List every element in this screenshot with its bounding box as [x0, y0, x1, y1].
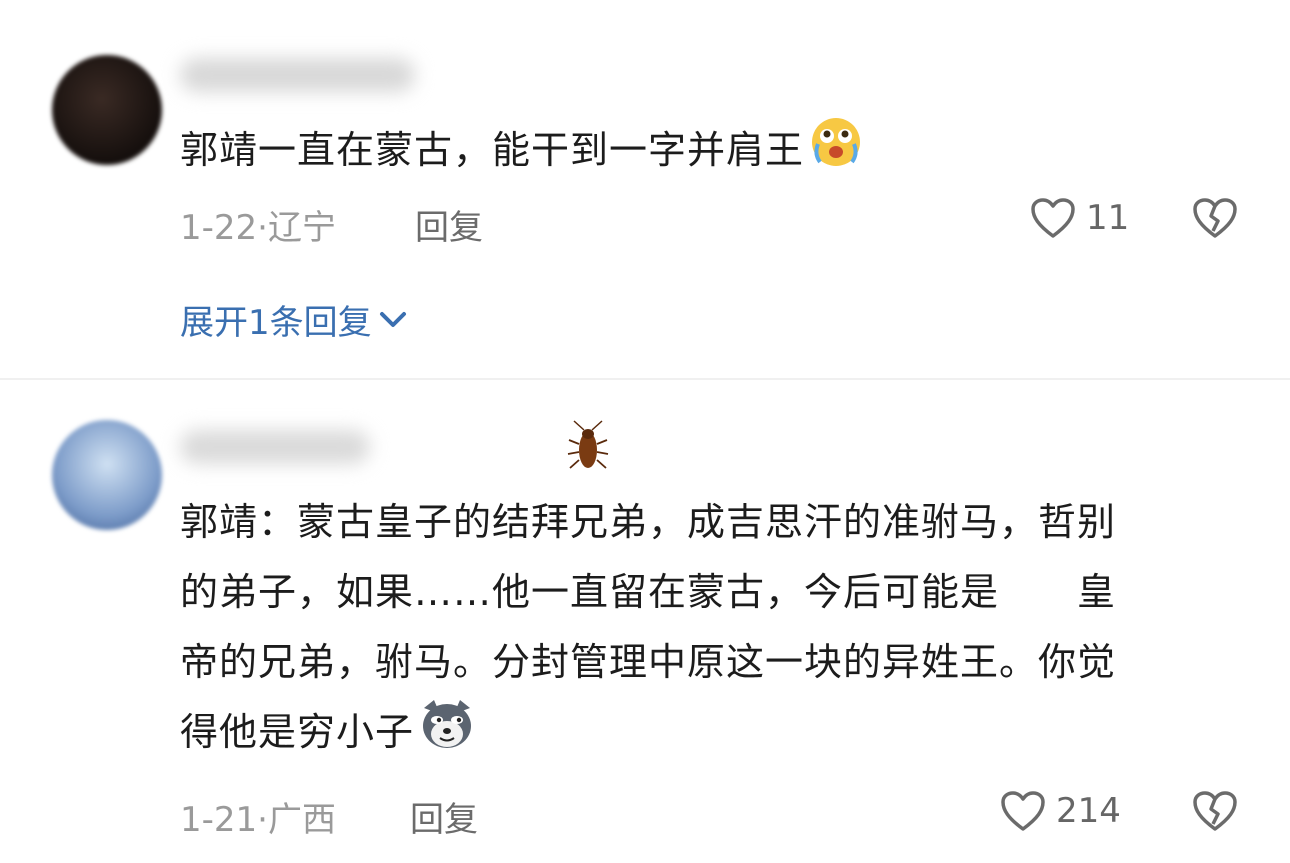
username-blurred[interactable] — [180, 58, 415, 92]
comment-location: 辽宁 — [267, 208, 336, 248]
avatar[interactable] — [52, 420, 162, 530]
comment-line: 郭靖：蒙古皇子的结拜兄弟，成吉思汗的准驸马，哲别 — [180, 500, 1117, 544]
comment-text: 郭靖一直在蒙古，能干到一字并肩王 — [180, 115, 864, 190]
reply-button[interactable]: 回复 — [410, 792, 478, 841]
comment-item: 郭靖：蒙古皇子的结拜兄弟，成吉思汗的准驸马，哲别 的弟子，如果……他一直留在蒙古… — [0, 380, 1290, 863]
comment-line-last: 得他是穷小子 — [180, 697, 1116, 772]
comment-line: 得他是穷小子 — [180, 710, 415, 754]
broken-heart-icon — [1193, 791, 1237, 831]
doge-emoji — [418, 698, 476, 772]
cockroach-sticker — [566, 420, 610, 480]
comment-text: 郭靖：蒙古皇子的结拜兄弟，成吉思汗的准驸马，哲别 的弟子，如果……他一直留在蒙古… — [180, 487, 1116, 772]
comment-meta: 1-21·广西 — [180, 792, 336, 841]
comment-meta: 1-22·辽宁 — [180, 200, 336, 249]
comment-line: 帝的兄弟，驸马。分封管理中原这一块的异姓王。你觉 — [180, 640, 1117, 684]
comment-date: 1-22 — [180, 208, 258, 248]
crying-laughing-emoji — [808, 116, 864, 190]
expand-replies-link[interactable]: 展开1条回复 — [180, 295, 408, 344]
expand-replies-label: 展开1条回复 — [180, 303, 372, 343]
like-count: 214 — [1056, 791, 1121, 831]
meta-separator: · — [257, 208, 268, 248]
avatar[interactable] — [52, 55, 162, 165]
comment-item: 郭靖一直在蒙古，能干到一字并肩王 1-22·辽宁 回复 11 展开1条回复 — [0, 0, 1290, 380]
broken-heart-icon — [1193, 198, 1237, 238]
heart-outline-icon — [1001, 791, 1045, 831]
chevron-down-icon — [379, 311, 406, 327]
comment-line: 的弟子，如果……他一直留在蒙古，今后可能是 皇 — [180, 570, 1117, 614]
dislike-button[interactable] — [1192, 197, 1238, 243]
like-count: 11 — [1086, 198, 1130, 238]
like-button[interactable]: 214 — [1000, 790, 1121, 832]
heart-outline-icon — [1031, 198, 1075, 238]
meta-separator: · — [257, 800, 268, 840]
comment-location: 广西 — [267, 800, 336, 840]
like-button[interactable]: 11 — [1030, 197, 1129, 239]
comment-date: 1-21 — [180, 800, 258, 840]
reply-button[interactable]: 回复 — [415, 200, 483, 249]
username-blurred[interactable] — [180, 430, 370, 464]
comment-text-content: 郭靖一直在蒙古，能干到一字并肩王 — [180, 128, 805, 172]
dislike-button[interactable] — [1192, 790, 1238, 836]
